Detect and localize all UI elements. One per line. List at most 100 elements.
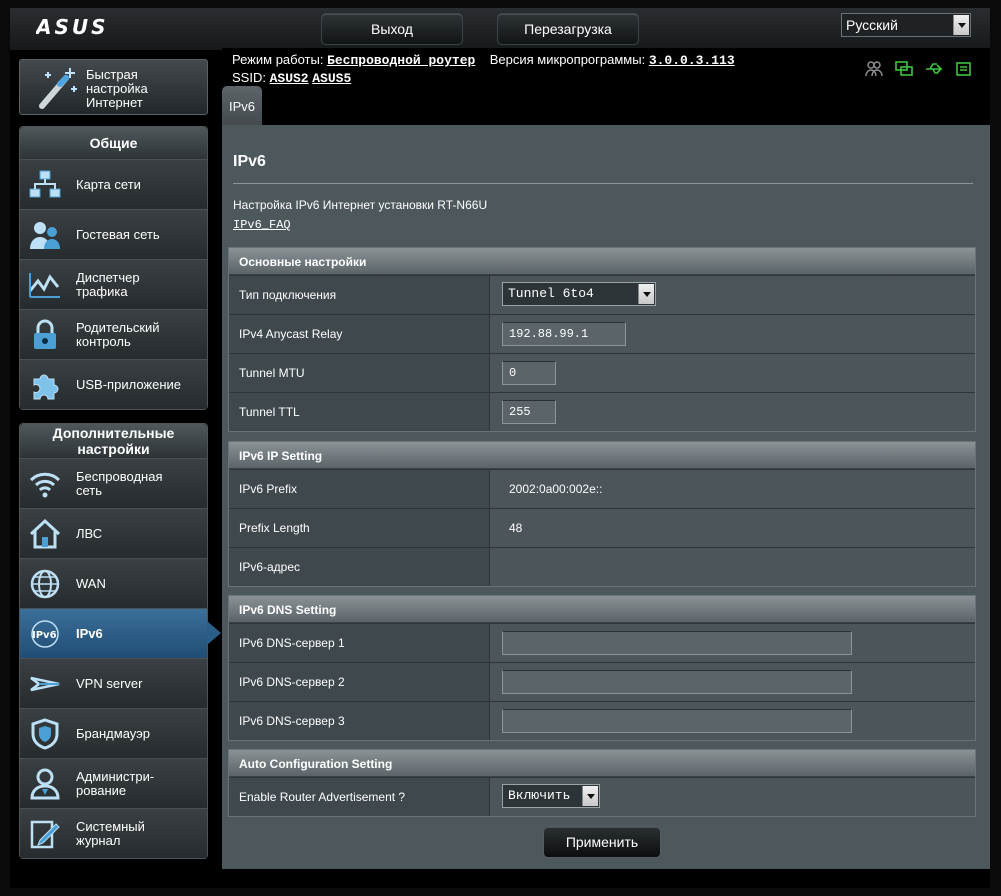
router-advertisement-value: Включить xyxy=(508,788,571,803)
dns-server-3-input[interactable] xyxy=(502,709,852,733)
apply-button[interactable]: Применить xyxy=(543,826,661,858)
row-ipv6-prefix: IPv6 Prefix 2002:0a00:002e:: xyxy=(229,469,975,508)
field-value: 192.88.99.1 xyxy=(490,315,975,353)
sidebar-item-network-map[interactable]: Карта сети xyxy=(20,159,207,209)
sidebar-item-firewall[interactable]: Брандмауэр xyxy=(20,708,207,758)
operation-mode: Режим работы: Беспроводной роутер Версия… xyxy=(232,52,735,68)
field-label: Prefix Length xyxy=(229,509,490,547)
row-tunnel-mtu: Tunnel MTU 0 xyxy=(229,353,975,392)
admin-icon xyxy=(28,768,62,800)
reboot-button[interactable]: Перезагрузка xyxy=(497,13,639,45)
sidebar-item-wan[interactable]: WAN xyxy=(20,558,207,608)
quick-setup-line3: Интернет xyxy=(86,95,143,110)
sidebar-item-traffic-manager[interactable]: Диспетчер трафика xyxy=(20,259,207,309)
divider xyxy=(233,183,973,184)
field-value: 255 xyxy=(490,393,975,431)
field-value xyxy=(490,663,975,701)
mode-label: Режим работы: xyxy=(232,52,324,67)
chevron-down-icon xyxy=(582,786,598,806)
apply-label: Применить xyxy=(565,834,639,850)
field-value xyxy=(490,548,975,586)
usb-icon[interactable] xyxy=(924,60,944,78)
sidebar-item-label: Брандмауэр xyxy=(76,725,150,741)
logo-text: ASUS xyxy=(36,16,109,38)
wifi-icon xyxy=(28,468,62,500)
tunnel-mtu-value: 0 xyxy=(509,366,517,380)
ssid-link-2[interactable]: ASUS5 xyxy=(312,71,351,86)
sidebar-item-label: Беспроводная сеть xyxy=(76,468,163,498)
printer-icon[interactable] xyxy=(954,60,974,78)
anycast-relay-input[interactable]: 192.88.99.1 xyxy=(502,322,626,346)
dns-server-2-input[interactable] xyxy=(502,670,852,694)
asus-logo: ASUS xyxy=(36,16,112,38)
firmware-link[interactable]: 3.0.0.3.113 xyxy=(649,53,735,68)
puzzle-icon xyxy=(28,369,62,401)
section-basic: Основные настройки Тип подключения Tunne… xyxy=(228,247,976,432)
ssid-label: SSID: xyxy=(232,70,266,85)
mode-link[interactable]: Беспроводной роутер xyxy=(327,53,475,68)
tab-label: IPv6 xyxy=(228,98,255,114)
logout-label: Выход xyxy=(371,21,413,37)
field-label: Enable Router Advertisement ? xyxy=(229,778,490,816)
ssid-link-1[interactable]: ASUS2 xyxy=(270,71,309,86)
field-value xyxy=(490,702,975,740)
sidebar-item-label: USB-приложение xyxy=(76,376,182,392)
sidebar-item-parental-control[interactable]: Родительский контроль xyxy=(20,309,207,359)
row-connection-type: Тип подключения Tunnel 6to4 xyxy=(229,275,975,314)
ipv6-faq-link[interactable]: IPv6_FAQ xyxy=(233,218,291,232)
tunnel-ttl-input[interactable]: 255 xyxy=(502,400,556,424)
field-label: IPv6 DNS-сервер 1 xyxy=(229,624,490,662)
section-ip-setting: IPv6 IP Setting IPv6 Prefix 2002:0a00:00… xyxy=(228,441,976,587)
connection-type-value: Tunnel 6to4 xyxy=(508,286,594,301)
field-value: 48 xyxy=(490,509,975,547)
sidebar-item-system-log[interactable]: Системный журнал xyxy=(20,808,207,858)
section-dns: IPv6 DNS Setting IPv6 DNS-сервер 1 IPv6 … xyxy=(228,595,976,741)
quick-setup-line2: настройка xyxy=(86,81,148,96)
svg-text:IPv6: IPv6 xyxy=(32,630,57,641)
clients-icon[interactable] xyxy=(864,60,884,78)
field-label: IPv6 DNS-сервер 3 xyxy=(229,702,490,740)
log-icon xyxy=(28,818,62,850)
sidebar-item-label: Администри-рование xyxy=(76,768,155,798)
sidebar-item-ipv6[interactable]: IPv6 IPv6 xyxy=(20,608,221,658)
menu-group-advanced-title: Дополнительные настройки xyxy=(20,424,207,458)
quick-setup-label: Быстрая настройка Интернет xyxy=(86,68,148,110)
firewall-icon xyxy=(28,718,62,750)
dns-server-1-input[interactable] xyxy=(502,631,852,655)
tab-ipv6[interactable]: IPv6 xyxy=(222,86,262,126)
field-value xyxy=(490,624,975,662)
lock-icon xyxy=(28,319,62,351)
field-label: IPv4 Anycast Relay xyxy=(229,315,490,353)
status-icons xyxy=(864,60,974,78)
row-router-advertisement: Enable Router Advertisement ? Включить xyxy=(229,777,975,816)
chevron-down-icon xyxy=(638,284,654,304)
field-value: Включить xyxy=(490,778,975,816)
section-title: Основные настройки xyxy=(229,248,975,275)
logout-button[interactable]: Выход xyxy=(321,13,463,45)
network-icon[interactable] xyxy=(894,60,914,78)
tunnel-mtu-input[interactable]: 0 xyxy=(502,361,556,385)
section-title: Auto Configuration Setting xyxy=(229,750,975,777)
prefix-length-value: 48 xyxy=(509,521,523,535)
ipv6-prefix-value: 2002:0a00:002e:: xyxy=(509,482,603,496)
globe-icon xyxy=(28,568,62,600)
menu-group-advanced-label: Дополнительные настройки xyxy=(52,425,175,457)
field-value: 0 xyxy=(490,354,975,392)
tunnel-ttl-value: 255 xyxy=(509,405,531,419)
sidebar-item-usb-app[interactable]: USB-приложение xyxy=(20,359,207,409)
sidebar-item-administration[interactable]: Администри-рование xyxy=(20,758,207,808)
router-advertisement-select[interactable]: Включить xyxy=(502,784,600,808)
sidebar-item-label: VPN server xyxy=(76,675,143,691)
sidebar-item-guest-network[interactable]: Гостевая сеть xyxy=(20,209,207,259)
sidebar-item-label: WAN xyxy=(76,575,106,591)
quick-internet-setup-button[interactable]: Быстрая настройка Интернет xyxy=(19,59,208,115)
sidebar-item-vpn-server[interactable]: VPN server xyxy=(20,658,207,708)
language-select[interactable]: Русский xyxy=(841,13,971,37)
guest-network-icon xyxy=(28,219,62,251)
sidebar-item-lan[interactable]: ЛВС xyxy=(20,508,207,558)
row-prefix-length: Prefix Length 48 xyxy=(229,508,975,547)
sidebar-item-wireless[interactable]: Беспроводная сеть xyxy=(20,458,207,508)
page-title: IPv6 xyxy=(233,153,266,170)
home-icon xyxy=(28,518,62,550)
connection-type-select[interactable]: Tunnel 6to4 xyxy=(502,282,656,306)
